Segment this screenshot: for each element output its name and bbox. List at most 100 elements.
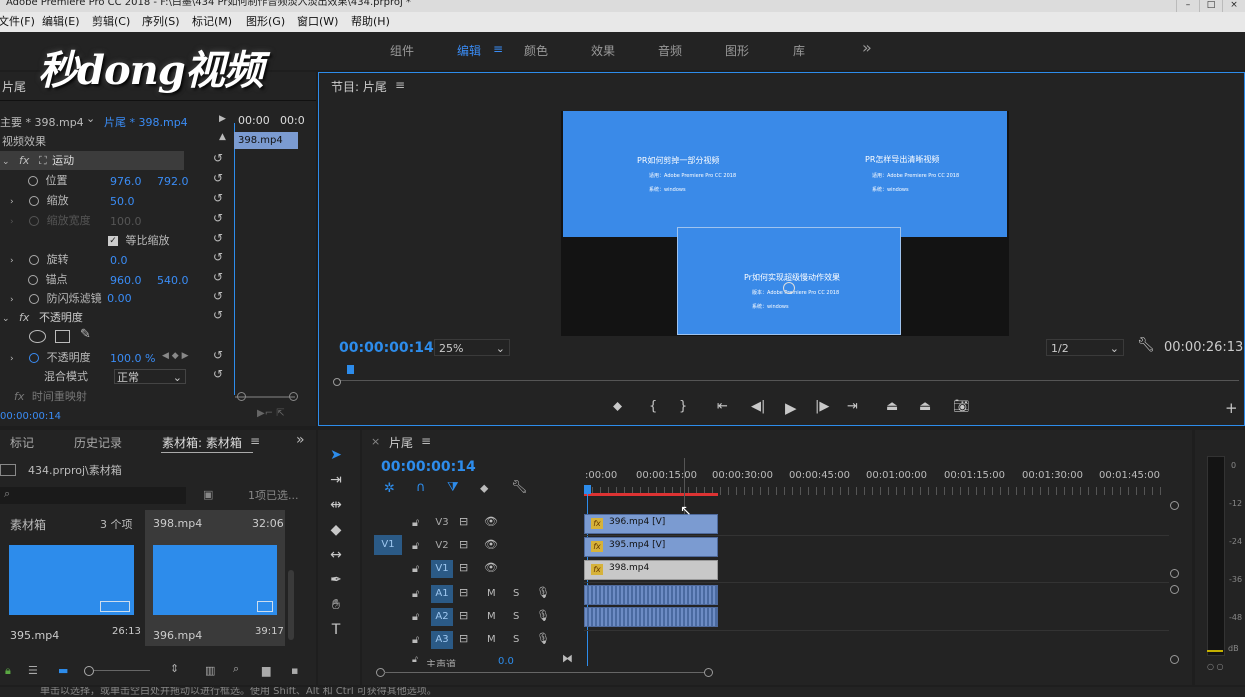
ec-current-time[interactable]: 00:00:00:14 <box>0 411 61 422</box>
solo-button[interactable]: S <box>513 611 519 622</box>
program-monitor-title[interactable]: 节目: 片尾 <box>331 78 387 95</box>
workspace-menu-icon[interactable]: ≡ <box>493 42 503 56</box>
stopwatch-icon[interactable] <box>29 353 40 363</box>
sync-lock-icon[interactable]: ⊟ <box>459 538 468 551</box>
menu-clip[interactable]: 剪辑(C) <box>92 12 130 32</box>
pen-mask-icon[interactable]: ✎ <box>80 327 91 342</box>
filter-icon[interactable]: ▶⌐ ⇱ <box>257 408 285 419</box>
zoom-scroll-handle-right[interactable] <box>704 668 713 677</box>
sync-lock-icon[interactable]: ⊟ <box>459 609 468 622</box>
menu-window[interactable]: 窗口(W) <box>297 12 338 32</box>
linked-selection-icon[interactable]: ⧩ <box>447 480 459 495</box>
reset-icon[interactable]: ↺ <box>213 289 223 303</box>
workspace-libraries[interactable]: 库 <box>793 42 805 59</box>
reset-icon[interactable]: ↺ <box>213 171 223 185</box>
mute-button[interactable]: M <box>487 611 496 622</box>
microphone-icon[interactable]: 🎙︎ <box>536 632 550 645</box>
antiflicker-value[interactable]: 0.00 <box>107 292 132 305</box>
disclosure-closed-icon[interactable]: › <box>10 217 14 227</box>
thumbnail-zoom-handle[interactable] <box>84 666 94 676</box>
disclosure-closed-icon[interactable]: › <box>10 295 14 305</box>
pen-tool-icon[interactable]: ✒ <box>328 572 344 588</box>
lock-icon[interactable]: 🔓︎ <box>412 587 419 601</box>
sync-lock-icon[interactable]: ⊟ <box>459 632 468 645</box>
microphone-icon[interactable]: 🎙︎ <box>536 586 550 599</box>
lift-icon[interactable]: ⏏ <box>886 399 898 414</box>
zoom-scroll-bar[interactable] <box>384 672 704 673</box>
position-y-value[interactable]: 792.0 <box>157 175 189 188</box>
solo-button[interactable]: S <box>513 634 519 645</box>
rectangle-mask-icon[interactable] <box>55 330 70 343</box>
sync-lock-icon[interactable]: ⊟ <box>459 561 468 574</box>
audio-clip-a2[interactable] <box>584 607 718 627</box>
ec-zoom-handle-left[interactable] <box>237 392 246 401</box>
time-remap-row[interactable]: fx 时间重映射 <box>14 387 87 406</box>
button-editor-plus-icon[interactable]: + <box>1225 399 1238 417</box>
timeline-playhead-handle[interactable] <box>584 485 591 494</box>
add-marker-icon[interactable]: ⬥ <box>613 399 622 414</box>
icon-view-icon[interactable]: ▬ <box>58 664 68 677</box>
reset-icon[interactable]: ↺ <box>213 270 223 284</box>
work-area-bar[interactable] <box>584 493 718 496</box>
ec-playhead[interactable] <box>234 123 235 395</box>
eye-icon[interactable]: 👁︎ <box>484 538 498 551</box>
step-forward-icon[interactable]: |▶ <box>815 399 829 414</box>
track-scroll-handle[interactable] <box>1170 569 1179 578</box>
nest-toggle-icon[interactable]: ✲ <box>384 481 395 496</box>
export-frame-icon[interactable]: 📷︎ <box>953 399 970 414</box>
monitor-scrub-bar[interactable] <box>339 380 1239 381</box>
find-icon[interactable]: ⌕ <box>233 662 239 676</box>
frame-center-layer[interactable]: Pr如何实现超级慢动作效果 版本：Adobe Premiere Pro CC 2… <box>677 227 901 335</box>
solo-button[interactable]: S <box>513 588 519 599</box>
disclosure-closed-icon[interactable]: › <box>10 197 14 207</box>
menu-help[interactable]: 帮助(H) <box>351 12 390 32</box>
eye-icon[interactable]: 👁︎ <box>484 515 498 528</box>
track-label-v3[interactable]: V3 <box>431 514 453 532</box>
scrub-handle-left[interactable] <box>333 378 341 386</box>
blend-mode-select[interactable]: 正常 ⌄ <box>114 369 186 384</box>
disclosure-closed-icon[interactable]: › <box>10 256 14 266</box>
type-tool-icon[interactable]: T <box>328 622 344 638</box>
go-to-out-icon[interactable]: ⇥ <box>847 399 858 414</box>
close-button[interactable]: × <box>1222 0 1245 12</box>
slip-tool-icon[interactable]: ↔ <box>328 547 344 563</box>
reset-icon[interactable]: ↺ <box>213 348 223 362</box>
mark-in-icon[interactable]: { <box>649 399 657 414</box>
disclosure-open-icon[interactable]: ⌄ <box>2 314 10 324</box>
workspace-graphics[interactable]: 图形 <box>725 42 749 59</box>
lock-icon[interactable]: 🔓︎ <box>412 633 419 647</box>
sort-icon[interactable]: ⇕ <box>170 662 179 675</box>
track-label-v2[interactable]: V2 <box>431 537 453 555</box>
stopwatch-icon[interactable] <box>29 196 40 206</box>
master-end-icon[interactable]: ⧓ <box>562 652 573 665</box>
stopwatch-icon[interactable] <box>28 275 38 285</box>
wrench-icon[interactable]: 🔧︎ <box>511 480 528 495</box>
clip-395[interactable]: fx 395.mp4 [V] <box>584 537 718 557</box>
mark-out-icon[interactable]: } <box>679 399 687 414</box>
timeline-timecode[interactable]: 00:00:00:14 <box>381 459 476 475</box>
extract-icon[interactable]: ⏏ <box>919 399 931 414</box>
tab-bin[interactable]: 素材箱: 素材箱 <box>162 434 242 451</box>
track-label-v1[interactable]: V1 <box>431 560 453 578</box>
lock-icon[interactable]: 🔓︎ <box>412 655 418 665</box>
reset-icon[interactable]: ↺ <box>213 367 223 381</box>
resolution-select[interactable]: 1/2 ⌄ <box>1046 339 1124 356</box>
fx-icon[interactable]: fx <box>19 311 29 324</box>
position-x-value[interactable]: 976.0 <box>110 175 142 188</box>
bin-search-input[interactable]: ⌕ <box>0 487 186 504</box>
selection-tool-icon[interactable]: ➤ <box>328 447 344 463</box>
new-search-bin-icon[interactable]: ▣ <box>203 488 213 501</box>
more-panels-icon[interactable]: » <box>296 432 305 448</box>
mute-button[interactable]: M <box>487 588 496 599</box>
opacity-section-row[interactable]: ⌄ fx 不透明度 <box>2 308 83 327</box>
master-clip-selector[interactable]: 主要 * 398.mp4 <box>0 114 84 130</box>
mute-button[interactable]: M <box>487 634 496 645</box>
step-back-icon[interactable]: ◀| <box>751 399 765 414</box>
workspace-effects[interactable]: 效果 <box>591 42 615 59</box>
clip-398[interactable]: fx 398.mp4 <box>584 560 718 580</box>
chevron-down-icon[interactable]: ⌄ <box>86 112 95 125</box>
track-label-a3[interactable]: A3 <box>431 631 453 649</box>
fx-icon[interactable]: fx <box>19 154 29 167</box>
menu-sequence[interactable]: 序列(S) <box>142 12 180 32</box>
disclosure-closed-icon[interactable]: › <box>10 354 14 364</box>
